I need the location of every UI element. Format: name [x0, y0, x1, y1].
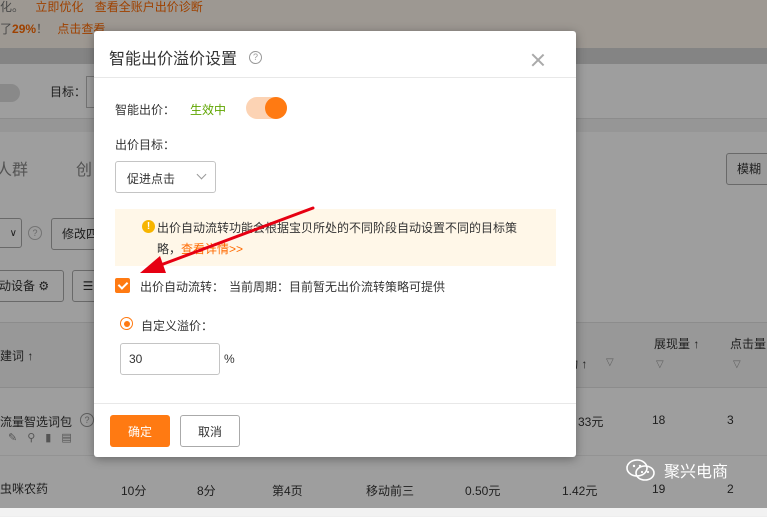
- auto-flow-description: 当前周期：目前暂无出价流转策略可提供: [229, 280, 446, 294]
- auto-flow-label: 出价自动流转：: [140, 280, 225, 294]
- view-details-link[interactable]: 查看详情>>: [181, 242, 243, 256]
- custom-premium-label: 自定义溢价：: [141, 319, 214, 333]
- toggle-knob: [265, 97, 287, 119]
- auto-flow-notice: ! 出价自动流转功能会根据宝贝所处的不同阶段自动设置不同的目标策略，查看详情>>: [115, 209, 556, 266]
- watermark-text: 聚兴电商: [664, 464, 729, 481]
- bid-target-select[interactable]: 促进点击: [115, 161, 216, 193]
- chevron-down-icon: [196, 169, 207, 180]
- close-icon[interactable]: [531, 53, 545, 67]
- bid-target-label: 出价目标：: [115, 138, 176, 152]
- help-icon[interactable]: ?: [249, 51, 262, 64]
- bid-target-value: 促进点击: [127, 172, 176, 186]
- confirm-button[interactable]: 确定: [110, 415, 170, 447]
- warning-icon: !: [142, 220, 155, 233]
- custom-premium-radio[interactable]: [120, 317, 133, 330]
- premium-percent-input[interactable]: [120, 343, 220, 375]
- dialog-title: 智能出价溢价设置: [109, 51, 238, 68]
- cancel-button[interactable]: 取消: [180, 415, 240, 447]
- smart-bid-status: 生效中: [190, 103, 227, 117]
- auto-flow-checkbox[interactable]: [115, 278, 130, 293]
- wechat-watermark: 聚兴电商: [626, 458, 728, 482]
- dialog-header: 智能出价溢价设置 ?: [94, 31, 576, 78]
- dialog-footer-divider: [94, 403, 576, 404]
- wechat-icon: [626, 459, 655, 481]
- percent-sign: %: [224, 352, 235, 366]
- smart-bid-premium-dialog: 智能出价溢价设置 ? 智能出价： 生效中 出价目标： 促进点击 ! 出价自动流转…: [94, 31, 576, 457]
- smart-bid-label: 智能出价：: [115, 103, 176, 117]
- smart-bid-toggle[interactable]: [246, 97, 287, 119]
